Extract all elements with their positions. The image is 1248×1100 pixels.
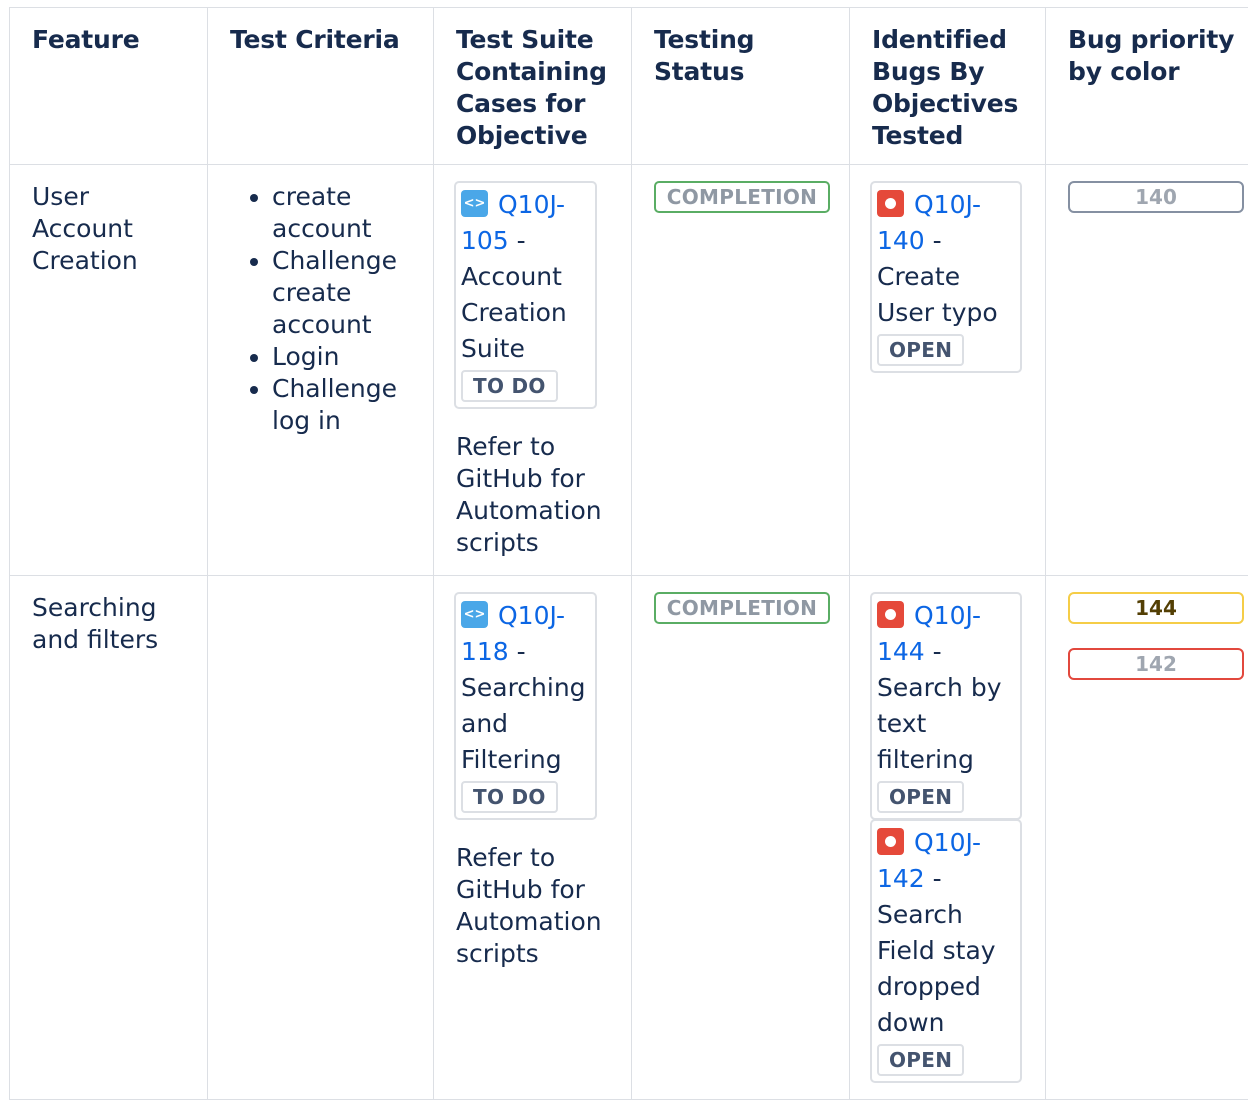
issue-status-lozenge: OPEN bbox=[877, 334, 964, 366]
priority-badge: 144 bbox=[1068, 592, 1244, 624]
issue-title: Searching and Filtering bbox=[461, 673, 586, 774]
table-row: User Account Creation create account Cha… bbox=[10, 165, 1248, 576]
issue-separator: - bbox=[925, 637, 942, 666]
criteria-cell: create account Challenge create account … bbox=[208, 165, 434, 576]
criteria-list: create account Challenge create account … bbox=[230, 181, 413, 437]
issue-status-lozenge: OPEN bbox=[877, 1044, 964, 1076]
priority-badge: 140 bbox=[1068, 181, 1244, 213]
priority-cell: 144 142 bbox=[1046, 576, 1248, 1100]
issue-separator: - bbox=[925, 864, 942, 893]
priority-cell: 140 bbox=[1046, 165, 1248, 576]
list-item: Challenge create account bbox=[272, 245, 413, 341]
bug-icon bbox=[877, 190, 904, 217]
test-suite-icon bbox=[461, 601, 488, 628]
issue-separator: - bbox=[925, 226, 942, 255]
header-identified-bugs: Identified Bugs By Objectives Tested bbox=[850, 8, 1046, 165]
issue-title: Account Creation Suite bbox=[461, 262, 567, 363]
suite-cell: Q10J-118 - Searching and Filtering TO DO… bbox=[434, 576, 632, 1100]
header-test-suite: Test Suite Containing Cases for Objectiv… bbox=[434, 8, 632, 165]
feature-cell: Searching and filters bbox=[10, 576, 208, 1100]
testing-status-cell: COMPLETION bbox=[632, 165, 850, 576]
suite-card[interactable]: Q10J-105 - Account Creation Suite TO DO bbox=[454, 181, 597, 409]
header-bug-priority: Bug priority by color bbox=[1046, 8, 1248, 165]
suite-card[interactable]: Q10J-118 - Searching and Filtering TO DO bbox=[454, 592, 597, 820]
issue-title: Create User typo bbox=[877, 262, 998, 327]
issue-status-lozenge: OPEN bbox=[877, 781, 964, 813]
issue-status-lozenge: TO DO bbox=[461, 781, 558, 813]
bugs-cell: Q10J-140 - Create User typo OPEN bbox=[850, 165, 1046, 576]
automation-note: Refer to GitHub for Automation scripts bbox=[456, 431, 611, 559]
bug-icon bbox=[877, 828, 904, 855]
issue-status-lozenge: TO DO bbox=[461, 370, 558, 402]
list-item: Challenge log in bbox=[272, 373, 413, 437]
header-testing-status: Testing Status bbox=[632, 8, 850, 165]
bug-icon bbox=[877, 601, 904, 628]
test-plan-table: Feature Test Criteria Test Suite Contain… bbox=[9, 7, 1248, 1100]
issue-title: Search by text filtering bbox=[877, 673, 1002, 774]
priority-badge: 142 bbox=[1068, 648, 1244, 680]
bug-card[interactable]: Q10J-142 - Search Field stay dropped dow… bbox=[870, 819, 1022, 1083]
bug-card[interactable]: Q10J-140 - Create User typo OPEN bbox=[870, 181, 1022, 373]
suite-cell: Q10J-105 - Account Creation Suite TO DO … bbox=[434, 165, 632, 576]
criteria-cell bbox=[208, 576, 434, 1100]
list-item: create account bbox=[272, 181, 413, 245]
header-row: Feature Test Criteria Test Suite Contain… bbox=[10, 8, 1248, 165]
feature-cell: User Account Creation bbox=[10, 165, 208, 576]
issue-title: Search Field stay dropped down bbox=[877, 900, 996, 1037]
issue-separator: - bbox=[509, 637, 526, 666]
list-item: Login bbox=[272, 341, 413, 373]
bugs-cell: Q10J-144 - Search by text filtering OPEN… bbox=[850, 576, 1046, 1100]
issue-separator: - bbox=[509, 226, 526, 255]
automation-note: Refer to GitHub for Automation scripts bbox=[456, 842, 611, 970]
table-row: Searching and filters Q10J-118 - Searchi… bbox=[10, 576, 1248, 1100]
testing-status-cell: COMPLETION bbox=[632, 576, 850, 1100]
header-feature: Feature bbox=[10, 8, 208, 165]
test-suite-icon bbox=[461, 190, 488, 217]
header-test-criteria: Test Criteria bbox=[208, 8, 434, 165]
bug-card[interactable]: Q10J-144 - Search by text filtering OPEN bbox=[870, 592, 1022, 820]
status-badge: COMPLETION bbox=[654, 181, 830, 213]
status-badge: COMPLETION bbox=[654, 592, 830, 624]
